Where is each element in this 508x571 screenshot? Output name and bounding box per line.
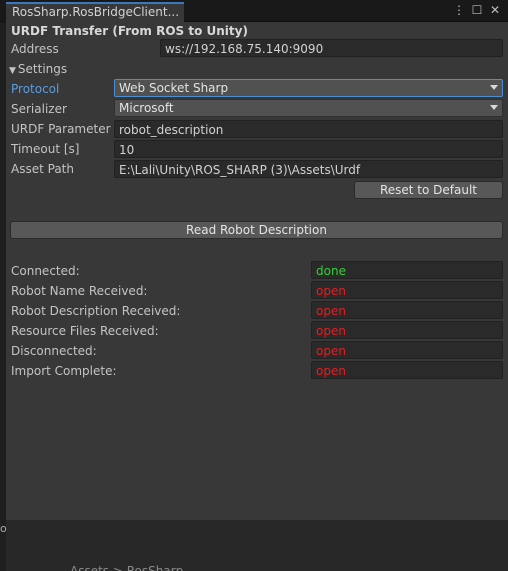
status-value-connected: done	[311, 261, 503, 279]
project-breadcrumb: Assets > RosSharp	[70, 564, 184, 571]
background-editor-area: o Assets > RosSharp	[0, 520, 508, 571]
foldout-arrow-icon: ▼	[9, 66, 16, 76]
protocol-dropdown[interactable]: Web Socket Sharp	[114, 79, 503, 97]
status-value-import-complete: open	[311, 361, 503, 379]
serializer-label: Serializer	[11, 102, 67, 116]
status-value-resource-files: open	[311, 321, 503, 339]
urdf-parameter-label: URDF Parameter	[11, 122, 111, 136]
timeout-field[interactable]: 10	[114, 140, 503, 158]
chevron-down-icon	[490, 85, 498, 90]
more-options-icon[interactable]: ⋮	[452, 2, 466, 18]
settings-label: Settings	[17, 62, 68, 76]
asset-path-field[interactable]: E:\Lali\Unity\ROS_SHARP (3)\Assets\Urdf	[114, 160, 503, 178]
status-label-disconnected: Disconnected:	[11, 344, 97, 358]
close-icon[interactable]: ✕	[488, 2, 502, 18]
status-label-import-complete: Import Complete:	[11, 364, 117, 378]
status-label-robot-description: Robot Description Received:	[11, 304, 181, 318]
asset-path-label: Asset Path	[11, 162, 74, 176]
serializer-value: Microsoft	[119, 101, 174, 115]
address-field[interactable]: ws://192.168.75.140:9090	[160, 39, 503, 57]
status-value-robot-description: open	[311, 301, 503, 319]
status-label-resource-files: Resource Files Received:	[11, 324, 159, 338]
left-edge-text: o	[0, 522, 7, 535]
tab-bar: RosSharp.RosBridgeClient... ⋮ ☐ ✕	[0, 0, 508, 22]
tab-title: RosSharp.RosBridgeClient...	[12, 5, 180, 19]
protocol-label: Protocol	[11, 82, 60, 96]
status-value-disconnected: open	[311, 341, 503, 359]
read-robot-description-button[interactable]: Read Robot Description	[10, 221, 503, 239]
settings-foldout[interactable]: ▼ Settings	[9, 60, 67, 78]
status-label-connected: Connected:	[11, 264, 80, 278]
window-controls: ⋮ ☐ ✕	[452, 2, 502, 18]
inspector-tab[interactable]: RosSharp.RosBridgeClient...	[6, 2, 184, 22]
protocol-value: Web Socket Sharp	[119, 81, 229, 95]
maximize-icon[interactable]: ☐	[470, 2, 484, 18]
status-label-robot-name: Robot Name Received:	[11, 284, 148, 298]
status-value-robot-name: open	[311, 281, 503, 299]
panel-title: URDF Transfer (From ROS to Unity)	[11, 24, 248, 38]
chevron-down-icon	[490, 105, 498, 110]
serializer-dropdown[interactable]: Microsoft	[114, 99, 503, 117]
timeout-label: Timeout [s]	[11, 142, 80, 156]
urdf-transfer-panel: URDF Transfer (From ROS to Unity) Addres…	[6, 22, 508, 520]
address-label: Address	[11, 42, 59, 56]
urdf-parameter-field[interactable]: robot_description	[114, 120, 503, 138]
reset-to-default-button[interactable]: Reset to Default	[354, 181, 503, 199]
